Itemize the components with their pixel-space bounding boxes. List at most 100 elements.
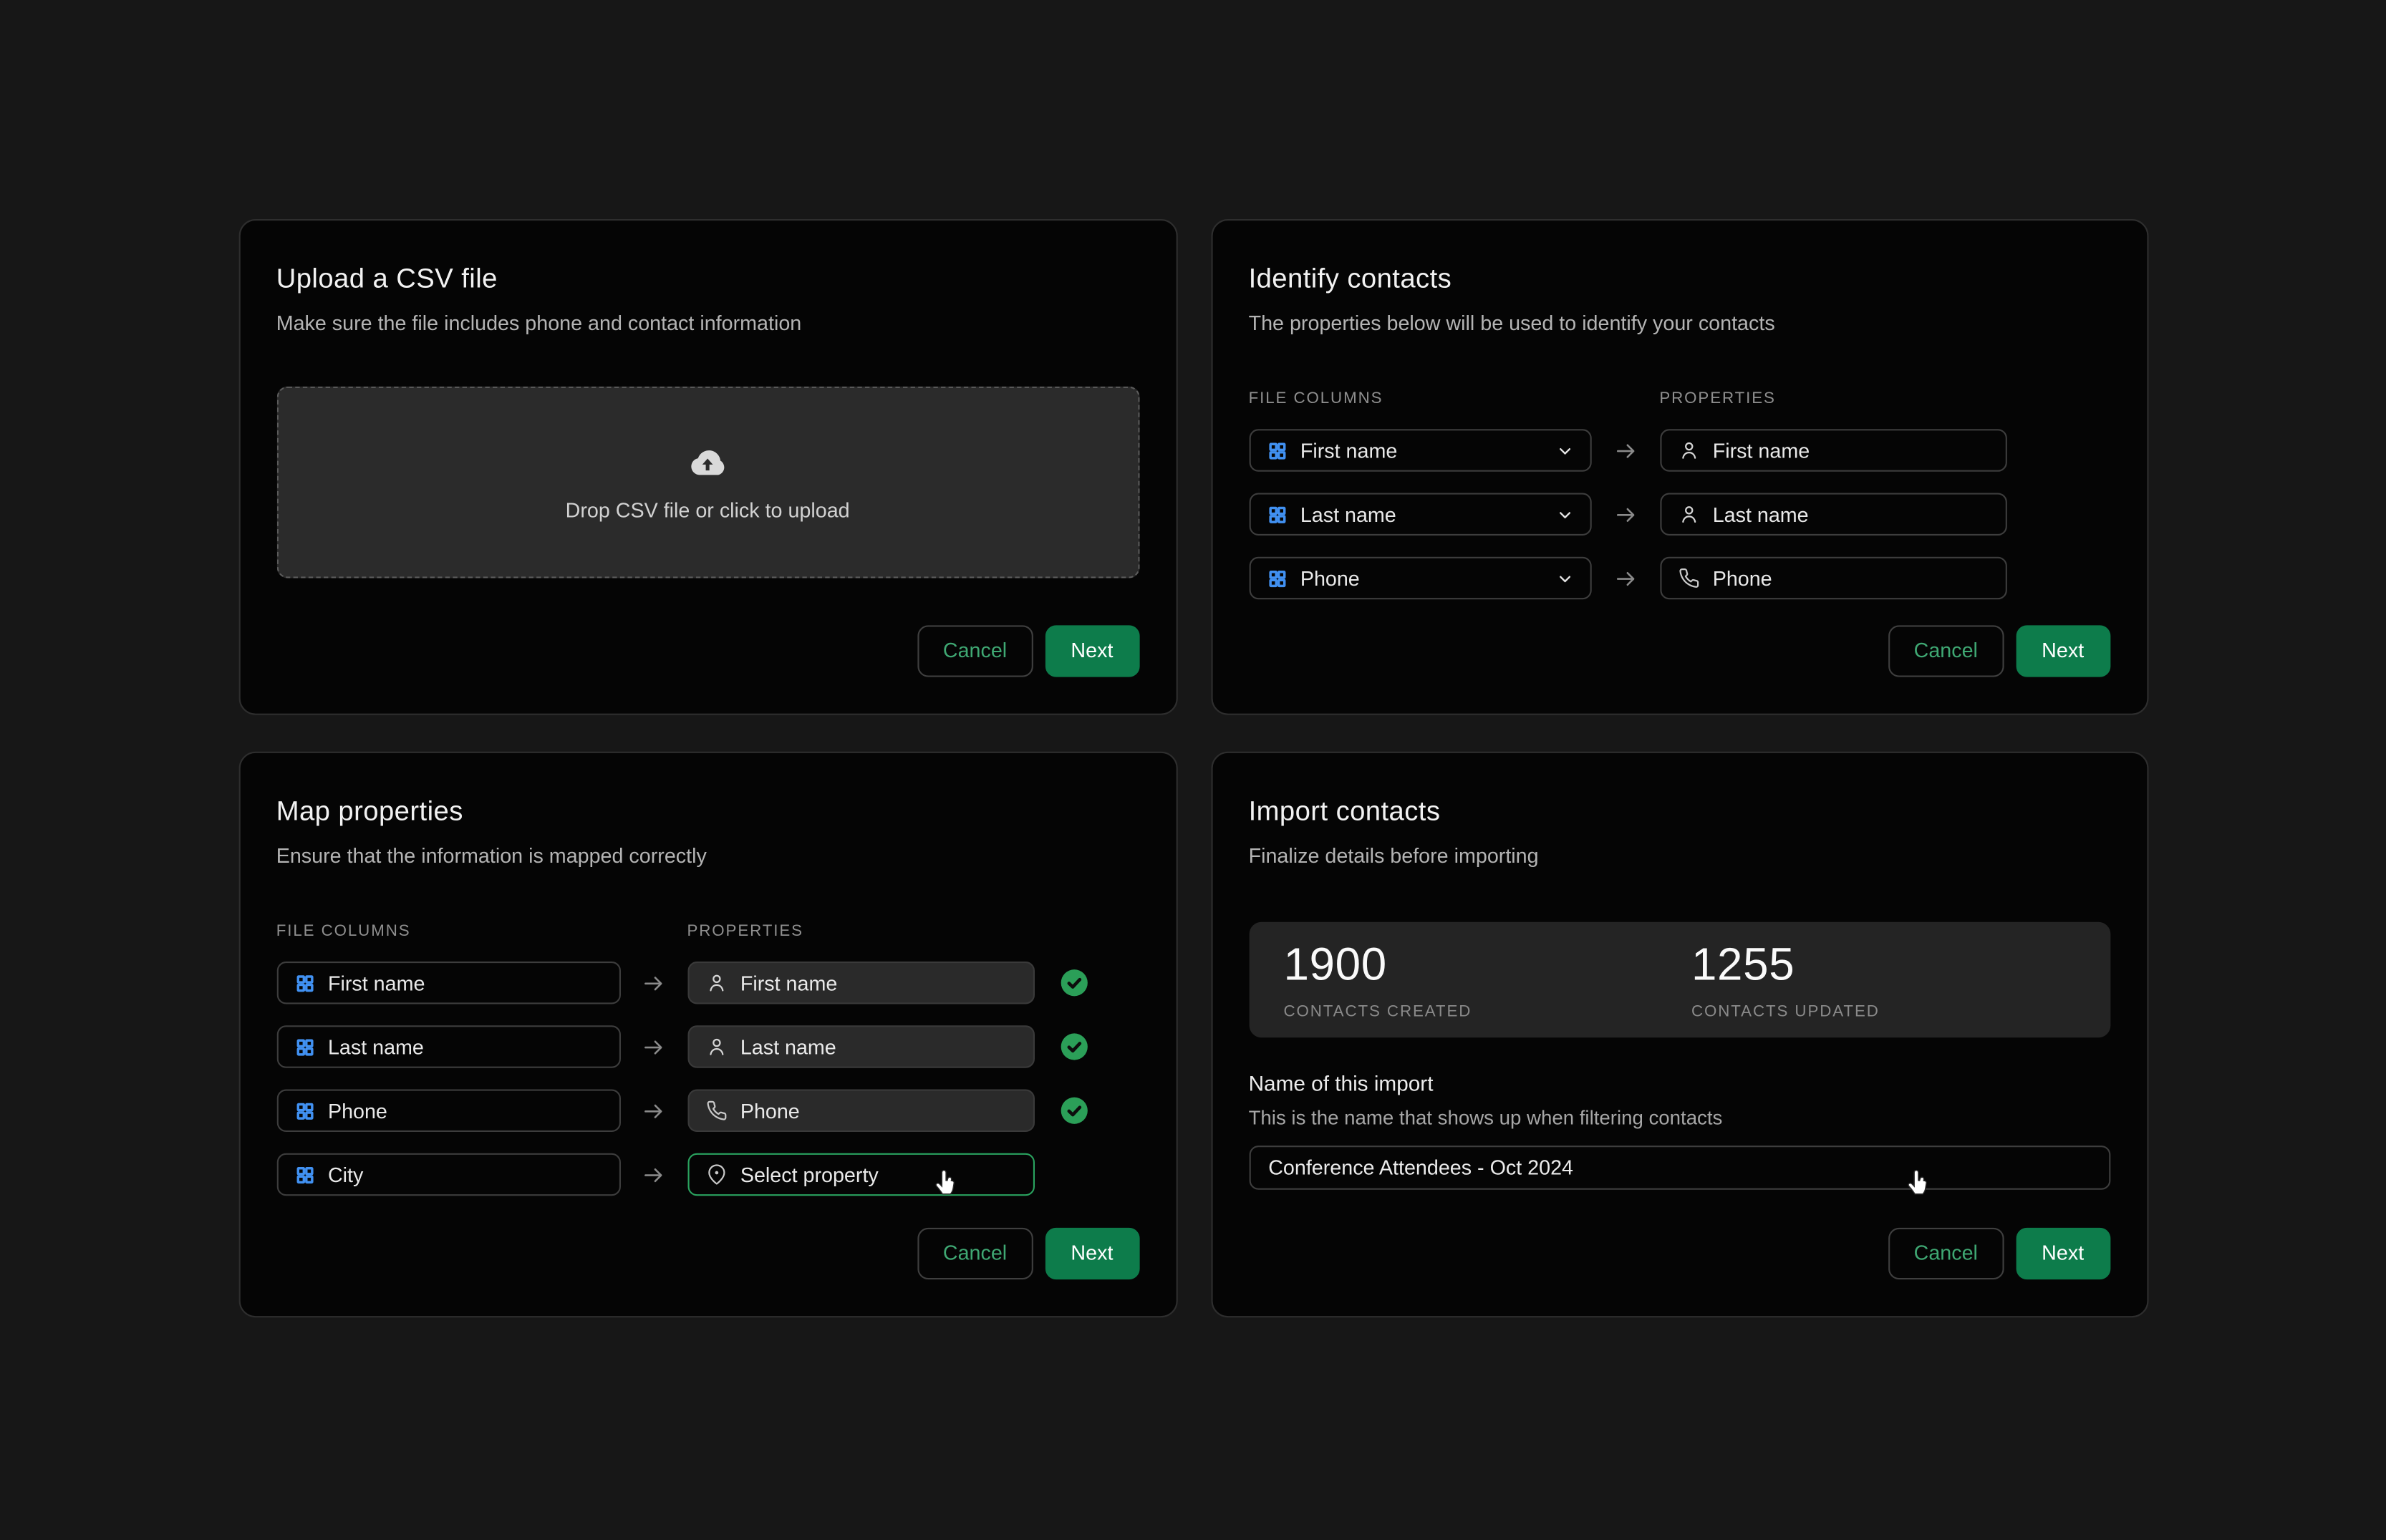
card-footer: Cancel Next — [276, 625, 1139, 677]
next-button[interactable]: Next — [1045, 1228, 1139, 1279]
next-button[interactable]: Next — [2016, 625, 2110, 677]
file-column-value: City — [328, 1163, 363, 1186]
stat-value: 1255 — [1691, 941, 2100, 990]
mapping-row: City Select property — [276, 1153, 1139, 1196]
arrow-right-icon — [1612, 565, 1638, 591]
file-column-value: First name — [1300, 439, 1398, 462]
next-button[interactable]: Next — [2016, 1228, 2110, 1279]
card-footer: Cancel Next — [276, 1228, 1139, 1279]
grid-icon — [1267, 568, 1287, 589]
import-name-label: Name of this import — [1249, 1071, 2110, 1095]
card-subtitle: Finalize details before importing — [1249, 843, 2110, 868]
property-value: Phone — [740, 1099, 800, 1122]
property-value: Last name — [1713, 503, 1809, 526]
phone-icon — [705, 1100, 727, 1121]
map-properties-card: Map properties Ensure that the informati… — [238, 752, 1177, 1318]
grid-icon — [294, 1100, 314, 1120]
file-columns-label: FILE COLUMNS — [1249, 389, 1660, 408]
page-title: Map properties — [276, 794, 1139, 828]
property-value: Phone — [1713, 567, 1772, 590]
check-circle-icon — [1058, 1032, 1089, 1062]
property-value: First name — [740, 972, 838, 994]
file-column-dropdown[interactable]: Last name — [1249, 493, 1591, 536]
user-icon — [705, 972, 727, 994]
file-column-field[interactable]: Phone — [276, 1090, 620, 1133]
import-name-description: This is the name that shows up when filt… — [1249, 1106, 2110, 1129]
file-column-field[interactable]: Last name — [276, 1025, 620, 1068]
card-subtitle: Make sure the file includes phone and co… — [276, 311, 1139, 336]
card-footer: Cancel Next — [1249, 1228, 2110, 1279]
file-column-value: Phone — [1300, 567, 1360, 590]
stat-label: CONTACTS CREATED — [1283, 1002, 1691, 1021]
chevron-down-icon — [1555, 440, 1575, 460]
file-column-value: Last name — [1300, 503, 1396, 526]
cards-grid: Upload a CSV file Make sure the file inc… — [0, 219, 2386, 1317]
import-stats-panel: 1900 CONTACTS CREATED 1255 CONTACTS UPDA… — [1249, 922, 2110, 1038]
card-footer: Cancel Next — [1249, 625, 2110, 677]
grid-icon — [1267, 440, 1287, 460]
file-column-dropdown[interactable]: First name — [1249, 429, 1591, 472]
grid-icon — [294, 1165, 314, 1185]
mapping-rows: First name First name Last name — [276, 962, 1139, 1196]
user-icon — [705, 1036, 727, 1057]
chevron-down-icon — [1555, 568, 1575, 589]
import-contacts-card: Import contacts Finalize details before … — [1210, 752, 2148, 1318]
stat-label: CONTACTS UPDATED — [1691, 1002, 2100, 1021]
mapping-row: First name First name — [1249, 429, 2110, 472]
card-subtitle: The properties below will be used to ide… — [1249, 311, 2110, 336]
property-field[interactable]: First name — [1659, 429, 2006, 472]
arrow-right-icon — [1612, 437, 1638, 463]
cloud-upload-icon — [688, 443, 728, 483]
file-column-value: Phone — [328, 1099, 387, 1122]
map-pin-icon — [705, 1164, 727, 1186]
select-property-dropdown[interactable]: Select property — [687, 1153, 1034, 1196]
file-column-value: Last name — [328, 1035, 424, 1058]
page-title: Upload a CSV file — [276, 262, 1139, 296]
grid-icon — [294, 973, 314, 993]
upload-csv-card: Upload a CSV file Make sure the file inc… — [238, 219, 1177, 715]
arrow-right-icon — [641, 970, 667, 996]
file-column-field[interactable]: City — [276, 1153, 620, 1196]
cancel-button[interactable]: Cancel — [1888, 1228, 2004, 1279]
mapping-row: Last name Last name — [276, 1025, 1139, 1068]
check-circle-icon — [1058, 1095, 1089, 1126]
page-title: Identify contacts — [1249, 262, 2110, 296]
chevron-down-icon — [1555, 504, 1575, 524]
property-field[interactable]: Last name — [1659, 493, 2006, 536]
property-field[interactable]: First name — [687, 962, 1034, 1004]
stat-value: 1900 — [1283, 941, 1691, 990]
properties-label: PROPERTIES — [1659, 389, 1776, 408]
grid-icon — [294, 1037, 314, 1057]
phone-icon — [1678, 568, 1699, 589]
columns-header: FILE COLUMNS PROPERTIES — [1249, 389, 2110, 408]
property-field[interactable]: Phone — [1659, 557, 2006, 600]
file-column-dropdown[interactable]: Phone — [1249, 557, 1591, 600]
next-button[interactable]: Next — [1045, 625, 1139, 677]
user-icon — [1678, 503, 1699, 525]
property-value: First name — [1713, 439, 1810, 462]
property-field[interactable]: Last name — [687, 1025, 1034, 1068]
cancel-button[interactable]: Cancel — [917, 625, 1033, 677]
cancel-button[interactable]: Cancel — [917, 1228, 1033, 1279]
file-columns-label: FILE COLUMNS — [276, 922, 687, 941]
page-title: Import contacts — [1249, 794, 2110, 828]
csv-dropzone[interactable]: Drop CSV file or click to upload — [276, 387, 1139, 578]
property-field[interactable]: Phone — [687, 1090, 1034, 1133]
stat-contacts-updated: 1255 CONTACTS UPDATED — [1691, 941, 2100, 1037]
dropzone-label: Drop CSV file or click to upload — [566, 498, 850, 521]
card-subtitle: Ensure that the information is mapped co… — [276, 843, 1139, 868]
cancel-button[interactable]: Cancel — [1888, 625, 2004, 677]
arrow-right-icon — [641, 1098, 667, 1123]
stat-contacts-created: 1900 CONTACTS CREATED — [1283, 941, 1691, 1037]
import-name-input[interactable] — [1249, 1146, 2110, 1190]
arrow-right-icon — [641, 1034, 667, 1060]
mapping-row: Phone Phone — [1249, 557, 2110, 600]
user-icon — [1678, 440, 1699, 461]
mapping-row: Last name Last name — [1249, 493, 2110, 536]
mapping-row: Phone Phone — [276, 1090, 1139, 1133]
grid-icon — [1267, 504, 1287, 524]
file-column-field[interactable]: First name — [276, 962, 620, 1004]
mapping-rows: First name First name Last name — [1249, 429, 2110, 599]
property-value: Select property — [740, 1163, 879, 1186]
properties-label: PROPERTIES — [687, 922, 803, 941]
